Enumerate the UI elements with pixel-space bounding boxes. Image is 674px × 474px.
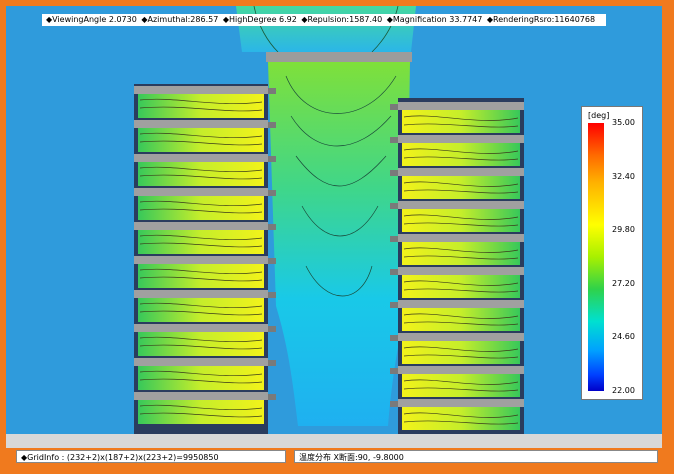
chimney-flow: [268, 62, 410, 426]
chimney-cap: [266, 52, 412, 62]
right-shelf-bracket: [390, 335, 398, 341]
left-shelf: [134, 358, 268, 366]
left-shelf-bracket: [268, 122, 276, 128]
right-slot: [402, 275, 520, 298]
legend-tick-label: 32.40: [612, 171, 635, 181]
left-shelf-bracket: [268, 292, 276, 298]
left-slot: [138, 298, 264, 322]
right-shelf-bracket: [390, 137, 398, 143]
high-degree-readout: ◆HighDegree 6.92: [222, 15, 297, 24]
viewing-angle-readout: ◆ViewingAngle 2.0730: [46, 15, 137, 24]
right-shelf: [398, 300, 524, 308]
left-slot: [138, 332, 264, 356]
legend-tick-label: 22.00: [612, 386, 635, 395]
right-slot: [402, 242, 520, 265]
left-shelf: [134, 86, 268, 94]
right-shelf: [398, 366, 524, 374]
left-shelf: [134, 188, 268, 196]
right-slot: [402, 209, 520, 232]
top-status-bar: ◆ViewingAngle 2.0730 ◆Azimuthal:286.57 ◆…: [42, 14, 606, 26]
right-shelf: [398, 135, 524, 143]
right-shelf: [398, 168, 524, 176]
magnification-readout: ◆Magnification 33.7747: [386, 15, 483, 24]
rendering-readout: ◆RenderingRsro:11640768: [486, 15, 596, 24]
right-shelf-bracket: [390, 401, 398, 407]
right-shelf-bracket: [390, 104, 398, 110]
right-shelf: [398, 234, 524, 242]
right-slot: [402, 308, 520, 331]
legend-tick-label: 27.20: [612, 278, 635, 288]
legend-unit: [deg]: [588, 111, 610, 120]
simulation-viewport[interactable]: ◆ViewingAngle 2.0730 ◆Azimuthal:286.57 ◆…: [6, 6, 662, 448]
left-shelf: [134, 154, 268, 162]
azimuthal-readout: ◆Azimuthal:286.57: [141, 15, 219, 24]
left-slot: [138, 366, 264, 390]
right-shelf-bracket: [390, 368, 398, 374]
left-shelf-bracket: [268, 360, 276, 366]
left-slot: [138, 94, 264, 118]
left-slot: [138, 264, 264, 288]
right-shelf-bracket: [390, 203, 398, 209]
footer-bar: ◆GridInfo : (232+2)x(187+2)x(223+2)=9950…: [6, 448, 662, 468]
right-slot: [402, 407, 520, 430]
left-slot: [138, 128, 264, 152]
left-shelf-bracket: [268, 326, 276, 332]
floor: [6, 434, 662, 448]
right-shelf: [398, 201, 524, 209]
right-slot: [402, 110, 520, 133]
grid-info: ◆GridInfo : (232+2)x(187+2)x(223+2)=9950…: [16, 450, 286, 463]
left-slot: [138, 400, 264, 424]
left-shelf: [134, 222, 268, 230]
left-shelf: [134, 392, 268, 400]
right-shelf-bracket: [390, 269, 398, 275]
left-shelf-bracket: [268, 394, 276, 400]
right-shelf: [398, 102, 524, 110]
left-slot: [138, 230, 264, 254]
legend-tick-label: 24.60: [612, 332, 635, 342]
left-shelf: [134, 324, 268, 332]
temperature-field: [6, 6, 662, 448]
left-shelf-bracket: [268, 224, 276, 230]
legend-tick-label: 35.00: [612, 118, 635, 127]
left-shelf-bracket: [268, 88, 276, 94]
left-shelf: [134, 120, 268, 128]
right-shelf: [398, 399, 524, 407]
legend-colorbar: [588, 123, 604, 391]
right-shelf-bracket: [390, 236, 398, 242]
right-slot: [402, 374, 520, 397]
color-legend: [deg] 35.00 32.40 29.80 27.20 24.60 22.00: [581, 106, 643, 400]
left-shelf-bracket: [268, 258, 276, 264]
legend-tick-label: 29.80: [612, 225, 635, 235]
right-slot: [402, 176, 520, 199]
repulsion-readout: ◆Repulsion:1587.40: [301, 15, 383, 24]
right-shelf-bracket: [390, 302, 398, 308]
right-slot: [402, 341, 520, 364]
left-slot: [138, 162, 264, 186]
left-shelf-bracket: [268, 156, 276, 162]
left-shelf: [134, 290, 268, 298]
right-shelf-bracket: [390, 170, 398, 176]
right-shelf: [398, 333, 524, 341]
right-shelf: [398, 267, 524, 275]
left-slot: [138, 196, 264, 220]
right-slot: [402, 143, 520, 166]
section-info: 温度分布 X断面:90, -9.8000: [294, 450, 658, 463]
left-shelf: [134, 256, 268, 264]
left-shelf-bracket: [268, 190, 276, 196]
